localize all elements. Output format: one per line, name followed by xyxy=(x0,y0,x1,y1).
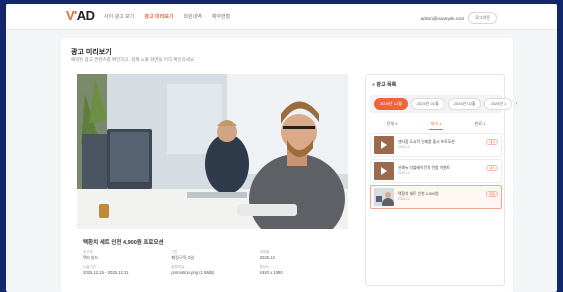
panel-title: ● 광고 목록 xyxy=(372,81,396,88)
item-date: 2025.12 xyxy=(398,171,410,175)
tab-done[interactable]: 완료 1 xyxy=(473,119,488,130)
meta-value: 택드실드 xyxy=(83,255,99,260)
office-photo xyxy=(77,74,348,229)
meta-value: 1920 x 1080 xyxy=(259,270,283,275)
meta-cell: 해상도 1920 x 1080 xyxy=(260,265,348,276)
top-header: V'AD 사이 광고 보기 광고 미리보기 회원내역 예약현황 admin@ex… xyxy=(6,4,557,30)
thumbnail-photo xyxy=(374,188,394,206)
main-content: 광고 미리보기 예약된 광고 콘텐츠를 확인하고, 실제 노출 화면을 미리 확… xyxy=(61,38,517,292)
play-icon xyxy=(381,167,387,175)
ad-meta: 광고명 택드실드 기간 패킷구독 2일 게재월 2025.12 노출기간 2025.12… xyxy=(83,250,348,276)
nav-item-ads[interactable]: 사이 광고 보기 xyxy=(104,13,134,20)
status-badge: 완료 xyxy=(486,191,498,197)
tab-pending[interactable]: 대기 1 xyxy=(428,119,444,130)
status-badge: 대기 xyxy=(486,139,498,145)
ad-title: 택환치 세트 인천 4,900원 프로모션 xyxy=(83,240,164,246)
item-text: 택환치 세트 인천 4,900원 2025.12 xyxy=(398,192,478,202)
status-badge: 대기 xyxy=(486,165,498,171)
main-nav: 사이 광고 보기 광고 미리보기 회원내역 예약현황 xyxy=(104,13,230,20)
play-icon xyxy=(381,141,387,149)
nav-item-preview[interactable]: 광고 미리보기 xyxy=(144,13,173,20)
ad-list: 센터점 도시락 신제품 출시 프로모션 2025.12 대기 신메뉴 더블베이컨… xyxy=(370,133,502,211)
image-thumbnail xyxy=(374,188,394,206)
list-item[interactable]: 신메뉴 더블베이컨치 런칭 이벤트 2025.12 대기 xyxy=(370,159,502,183)
month-chip[interactable]: 2025년 02월 xyxy=(447,98,482,110)
meta-cell: 기간 패킷구독 2일 xyxy=(171,250,259,261)
logo-mark: V' xyxy=(66,8,77,23)
item-text: 센터점 도시락 신제품 출시 프로모션 2025.12 xyxy=(398,140,478,150)
meta-value: 2025.12.15 - 2025.12.31 xyxy=(83,270,129,275)
panel-title-text: 광고 목록 xyxy=(376,82,397,88)
month-chip[interactable]: 2025년 1 xyxy=(484,98,513,110)
meta-value: 패킷구독 2일 xyxy=(171,255,195,260)
list-item-selected[interactable]: 택환치 세트 인천 4,900원 2025.12 완료 xyxy=(370,185,502,209)
chevron-right-icon[interactable]: › xyxy=(515,101,517,107)
meta-cell: 노출기간 2025.12.15 - 2025.12.31 xyxy=(83,265,171,276)
page-title: 광고 미리보기 xyxy=(71,49,112,56)
item-date: 2025.12 xyxy=(398,197,410,201)
meta-value: 2025.12 xyxy=(259,255,275,260)
item-text: 신메뉴 더블베이컨치 런칭 이벤트 2025.12 xyxy=(398,166,478,176)
tab-all[interactable]: 전체 3 xyxy=(385,119,400,130)
bullet-icon: ● xyxy=(372,82,376,88)
video-thumbnail xyxy=(374,162,394,180)
logo[interactable]: V'AD xyxy=(66,8,95,23)
video-thumbnail xyxy=(374,136,394,154)
ad-list-panel: ● 광고 목록 2025년 12월 2025년 01월 2025년 02월 20… xyxy=(365,74,517,286)
status-tabs: 전체 3 대기 1 완료 1 xyxy=(370,119,502,134)
logout-button[interactable]: 로그아웃 xyxy=(468,12,497,24)
meta-cell: 첨부파일 promotion.png (1.8MB) xyxy=(171,265,259,276)
nav-item-reservations[interactable]: 예약현황 xyxy=(212,13,230,20)
meta-value: promotion.png (1.8MB) xyxy=(171,270,215,275)
user-email: admin@example.com xyxy=(420,15,465,21)
logo-text: AD xyxy=(76,8,95,23)
month-chip[interactable]: 2025년 01월 xyxy=(410,98,445,110)
item-date: 2025.12 xyxy=(398,145,410,149)
ad-preview-image xyxy=(77,74,348,229)
user-area: admin@example.com 로그아웃 xyxy=(421,12,497,24)
meta-cell: 광고명 택드실드 xyxy=(83,250,171,261)
month-chip[interactable]: 2025년 12월 xyxy=(374,98,408,110)
app-window: V'AD 사이 광고 보기 광고 미리보기 회원내역 예약현황 admin@ex… xyxy=(6,4,557,292)
nav-item-members[interactable]: 회원내역 xyxy=(183,13,201,20)
page-subtitle: 예약된 광고 콘텐츠를 확인하고, 실제 노출 화면을 미리 확인하세요. xyxy=(71,57,196,62)
month-selector: 2025년 12월 2025년 01월 2025년 02월 2025년 1 › xyxy=(370,95,517,113)
list-item[interactable]: 센터점 도시락 신제품 출시 프로모션 2025.12 대기 xyxy=(370,133,502,157)
meta-cell: 게재월 2025.12 xyxy=(260,250,348,261)
